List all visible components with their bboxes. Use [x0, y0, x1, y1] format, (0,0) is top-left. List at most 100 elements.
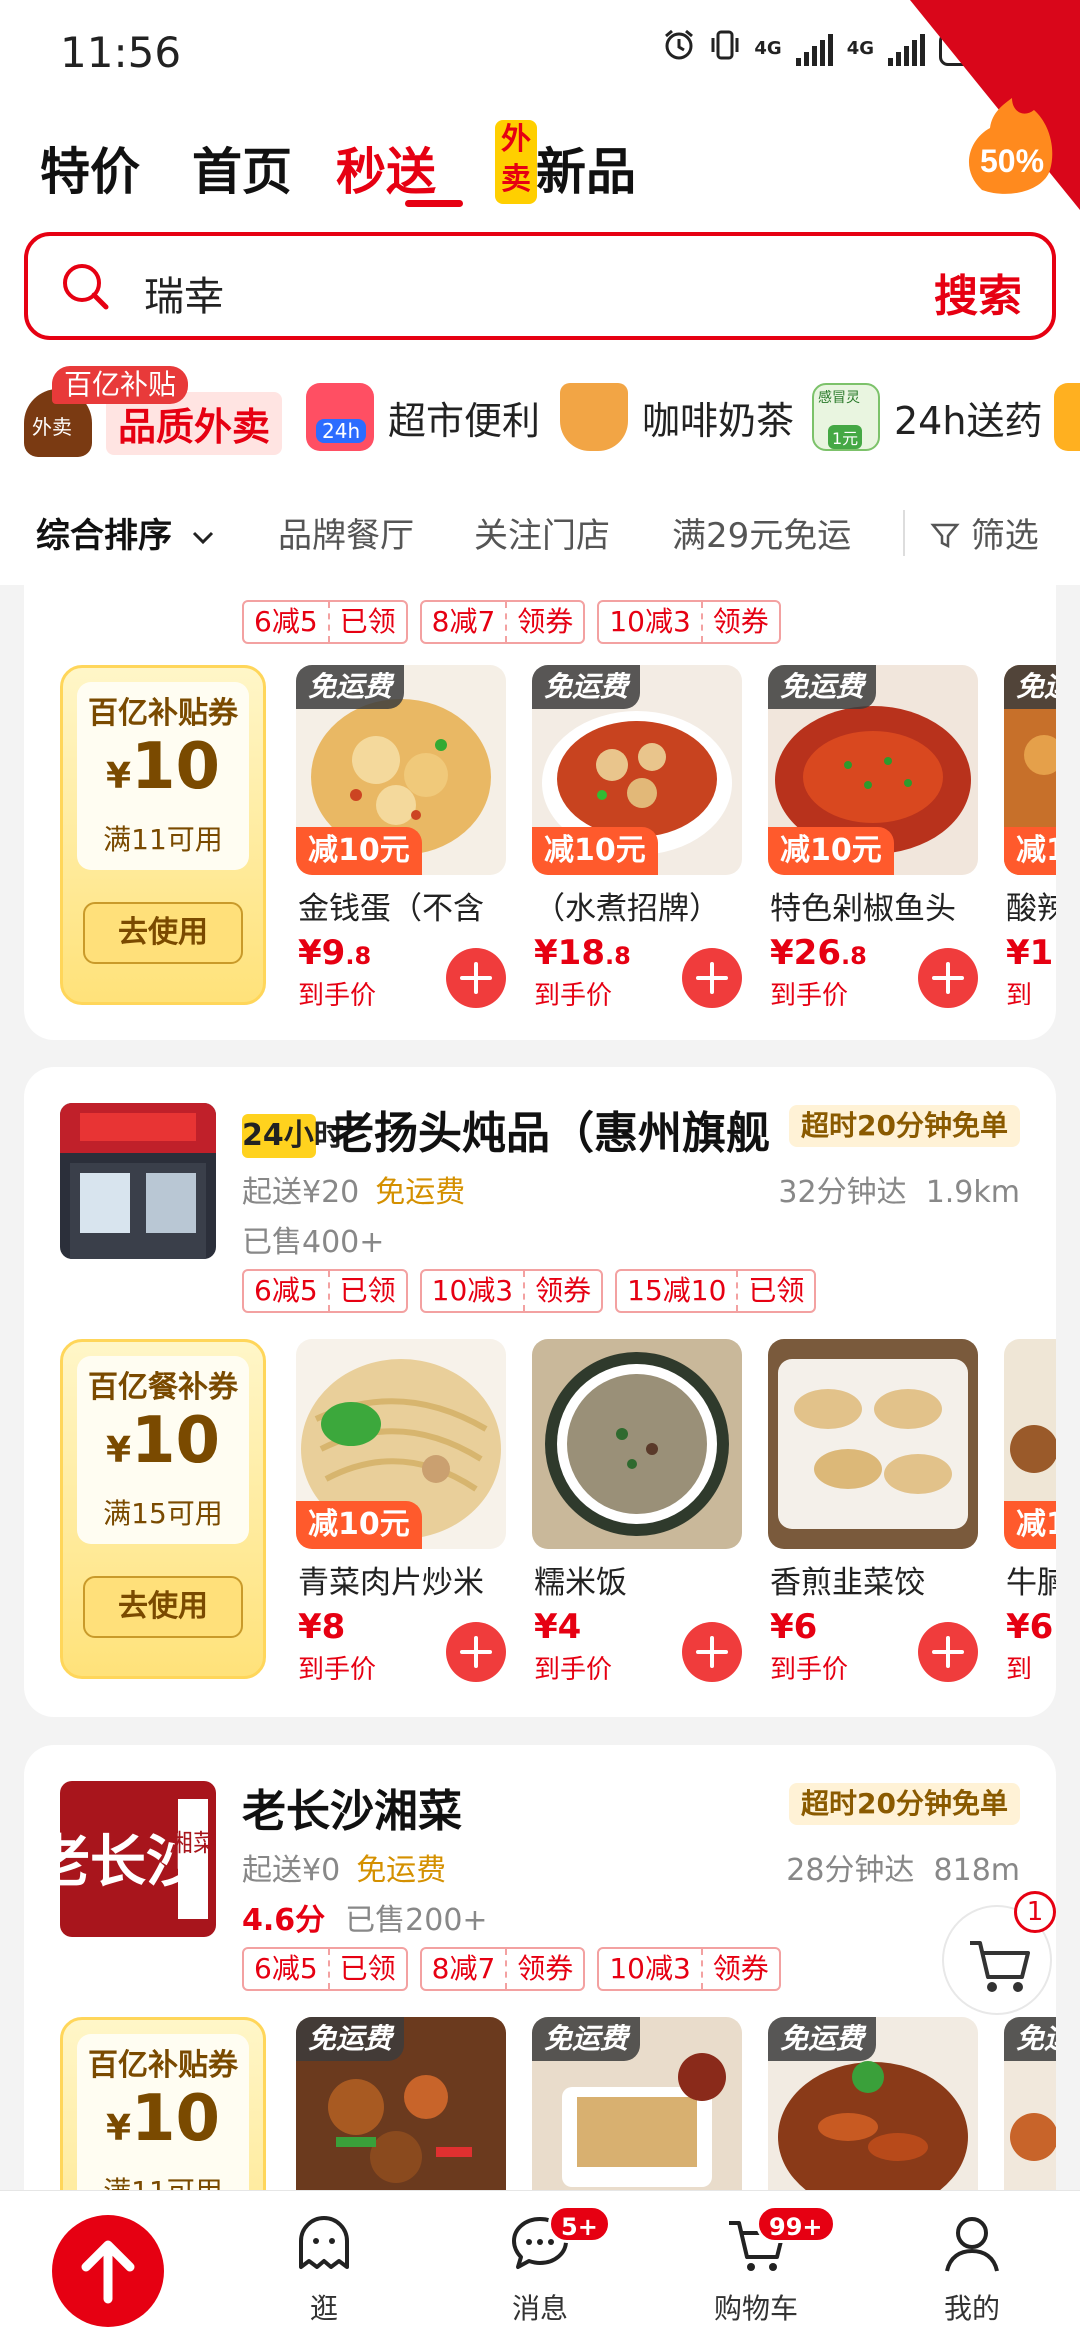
- free-shipping-tag: 免运费: [296, 665, 405, 709]
- dish-item[interactable]: 免运费 减10元 金钱蛋（不含 ¥9.8 到手价: [296, 665, 506, 1011]
- coupon-tag[interactable]: 6减5 已领: [242, 600, 408, 644]
- free-shipping-tag: 免运费: [296, 2017, 405, 2061]
- coupon-tag[interactable]: 10减3 领券: [597, 1947, 781, 1991]
- coupon-tag[interactable]: 8减7 领券: [419, 1947, 586, 1991]
- store-delivery-info: 起送¥0 免运费: [242, 1853, 447, 1888]
- dish-price: ¥4: [534, 1607, 582, 1647]
- dish-item[interactable]: 减10元 青菜肉片炒米 ¥8 到手价: [296, 1339, 506, 1685]
- nav-messages[interactable]: 消息 5+: [480, 2205, 611, 2327]
- coupon-tag[interactable]: 8减7 领券: [419, 600, 586, 644]
- dish-item[interactable]: 免运费: [296, 2017, 506, 2190]
- bottom-nav: 逛 消息 5+ 购物车 99+ 我的: [0, 2190, 1080, 2340]
- filter-followed[interactable]: 关注门店: [474, 508, 610, 557]
- dish-item[interactable]: 免运 减1 酸辣 ¥12 到手: [1004, 665, 1056, 1005]
- category-label: 咖啡奶茶: [642, 398, 795, 443]
- dish-photo: 免运费: [768, 2017, 978, 2190]
- add-to-cart-button[interactable]: [682, 948, 742, 1008]
- category-medicine[interactable]: 感冒灵 1元 24h送药: [812, 382, 1042, 452]
- voucher-title: 百亿补贴券: [88, 2048, 238, 2083]
- category-more[interactable]: [1054, 382, 1080, 452]
- nav-browse[interactable]: 逛: [264, 2209, 384, 2327]
- dish-price: ¥18.8: [534, 933, 631, 973]
- store-eta: 32分钟达 1.9km: [778, 1175, 1020, 1210]
- discount-tag: 减1: [1004, 1501, 1056, 1549]
- voucher-condition: 满15可用: [103, 1497, 223, 1530]
- dish-photo: 减10元: [296, 1339, 506, 1549]
- coffee-icon: [560, 383, 628, 451]
- time-guarantee-badge: 超时20分钟免单: [789, 1105, 1020, 1147]
- category-supermarket[interactable]: 24h 超市便利: [306, 382, 540, 452]
- dish-price: ¥12: [1006, 933, 1056, 973]
- dish-item[interactable]: 香煎韭菜饺 ¥6 到手价: [768, 1339, 978, 1685]
- add-to-cart-button[interactable]: [682, 1622, 742, 1682]
- search-bar[interactable]: 瑞幸 搜索: [24, 232, 1056, 340]
- add-to-cart-button[interactable]: [918, 948, 978, 1008]
- nav-cart[interactable]: 购物车 99+: [696, 2205, 836, 2327]
- coupon-tag[interactable]: 10减3 领券: [597, 600, 781, 644]
- voucher-amount: ¥10: [105, 730, 221, 804]
- coupon-tag[interactable]: 6减5 已领: [242, 1269, 408, 1313]
- subsidy-voucher: 百亿补贴券 ¥10 满11可用 去使用: [60, 665, 266, 1005]
- dish-item[interactable]: 免运费: [768, 2017, 978, 2190]
- category-coffee-tea[interactable]: 咖啡奶茶: [560, 382, 794, 452]
- category-label: 24h送药: [894, 398, 1043, 443]
- voucher-amount: ¥10: [105, 2082, 221, 2156]
- network-label: 4G: [754, 37, 782, 59]
- category-strip: 百亿补贴 外卖 品质外卖 24h 超市便利 咖啡奶茶 感冒灵 1元 24h送药: [0, 360, 1080, 470]
- free-shipping-tag: 免运费: [768, 2017, 877, 2061]
- dish-photo: 免运费 减10元: [296, 665, 506, 875]
- add-to-cart-button[interactable]: [918, 1622, 978, 1682]
- voucher-condition: 满11可用: [63, 2170, 263, 2190]
- store-card[interactable]: 老长沙 湘菜 老长沙湘菜 超时20分钟免单 起送¥0 免运费 28分钟达 818m…: [24, 1745, 1056, 2190]
- voucher-condition: 满11可用: [103, 823, 223, 856]
- dish-item[interactable]: 免运: [1004, 2017, 1056, 2190]
- store-card[interactable]: 24小时老扬头炖品（惠州旗舰 超时20分钟免单 起送¥20 免运费 32分钟达 1…: [24, 1067, 1056, 1717]
- nav-label: 消息: [511, 2292, 568, 2325]
- floating-cart-button[interactable]: 1: [942, 1891, 1056, 2015]
- sort-dropdown[interactable]: 综合排序: [36, 508, 216, 557]
- use-voucher-button[interactable]: 去使用: [83, 1576, 243, 1638]
- arrow-up-icon: [81, 2240, 135, 2304]
- coupon-row: 6减5 已领 8减7 领券 10减3 领券: [242, 600, 781, 644]
- final-price-label: 到手: [1006, 981, 1033, 1005]
- chevron-down-icon: [192, 531, 213, 545]
- ghost-face-icon: [299, 2216, 349, 2269]
- category-label: 超市便利: [388, 398, 541, 443]
- dish-name: 金钱蛋（不含: [298, 891, 484, 927]
- signal-icon: [795, 32, 833, 66]
- dish-item[interactable]: 减1 牛腩 ¥6 到手: [1004, 1339, 1056, 1679]
- dish-item[interactable]: 免运费: [532, 2017, 742, 2190]
- tab-instant-delivery[interactable]: 秒送: [336, 132, 436, 204]
- coupon-tag[interactable]: 10减3 领券: [419, 1269, 604, 1313]
- dish-price: ¥26.8: [770, 933, 867, 973]
- dish-name: 特色剁椒鱼头: [770, 891, 956, 927]
- store-card[interactable]: 6减5 已领 8减7 领券 10减3 领券 百亿补贴券 ¥10 满11可用 去使用 免…: [24, 585, 1056, 1040]
- free-shipping-tag: 免运: [1004, 665, 1056, 709]
- dish-name: 酸辣: [1006, 891, 1056, 927]
- use-voucher-button[interactable]: 去使用: [83, 902, 243, 964]
- store-rating-sales: 4.6分 已售200+: [242, 1903, 488, 1938]
- add-to-cart-button[interactable]: [446, 1622, 506, 1682]
- alarm-icon: [662, 28, 696, 69]
- filter-free-ship[interactable]: 满29元免运: [672, 508, 851, 557]
- dish-item[interactable]: 免运费 减10元 （水煮招牌） ¥18.8 到手价: [532, 665, 742, 1011]
- add-to-cart-button[interactable]: [446, 948, 506, 1008]
- search-input[interactable]: 瑞幸: [144, 264, 224, 322]
- filter-brand[interactable]: 品牌餐厅: [278, 508, 414, 557]
- tab-tejia[interactable]: 特价: [40, 132, 140, 204]
- promo-corner-badge[interactable]: 50%: [900, 0, 1080, 210]
- tab-home[interactable]: 首页: [192, 132, 292, 204]
- dish-photo: [768, 1339, 978, 1549]
- dish-item[interactable]: 糯米饭 ¥4 到手价: [532, 1339, 742, 1685]
- discount-tag: 减10元: [532, 827, 658, 875]
- coupon-tag[interactable]: 6减5 已领: [242, 1947, 408, 1991]
- nav-profile[interactable]: 我的: [912, 2209, 1032, 2327]
- tab-new[interactable]: 新品: [536, 132, 636, 204]
- search-button[interactable]: 搜索: [934, 260, 1022, 324]
- scroll-top-button[interactable]: [52, 2215, 164, 2327]
- dish-item[interactable]: 免运费 减10元 特色剁椒鱼头 ¥26.8 到手价: [768, 665, 978, 1011]
- coupon-tag[interactable]: 15减10 已领: [615, 1269, 817, 1313]
- filter-button[interactable]: 筛选: [930, 508, 1039, 557]
- dish-price: ¥9.8: [298, 933, 372, 973]
- coupon-row: 6减5 已领 10减3 领券 15减10 已领: [242, 1269, 817, 1313]
